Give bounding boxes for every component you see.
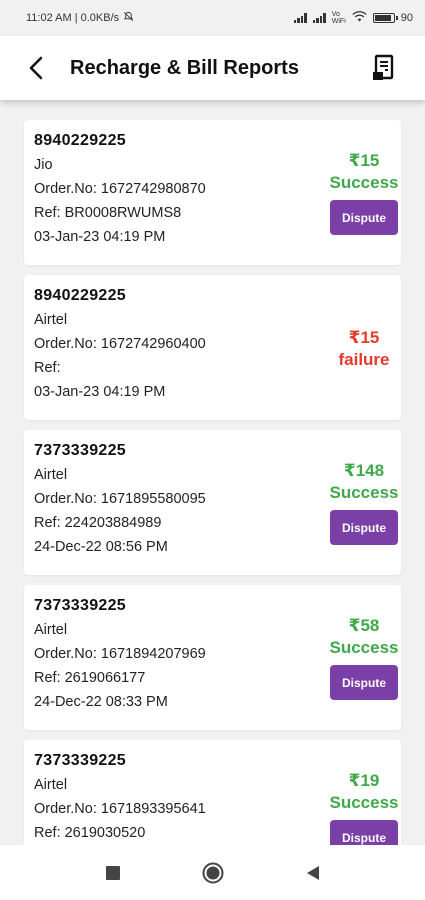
reference-number: Ref: 2619030520 (34, 825, 146, 841)
mobile-number: 7373339225 (34, 442, 126, 459)
mobile-number: 8940229225 (34, 287, 126, 304)
operator-name: Airtel (34, 777, 68, 793)
dispute-button[interactable]: Dispute (330, 510, 398, 545)
page-title: Recharge & Bill Reports (70, 56, 299, 79)
signal-icon (293, 13, 307, 23)
back-arrow-icon (29, 56, 43, 80)
amount: ₹15 (348, 151, 380, 170)
mobile-number: 8940229225 (34, 132, 126, 149)
card-details: 8940229225 Airtel Order.No: 167274296040… (34, 287, 206, 401)
status-right: Vo WiFi 90 (293, 11, 413, 25)
mobile-number: 7373339225 (34, 752, 126, 769)
volte-icon: Vo WiFi (332, 11, 346, 25)
circle-icon (202, 862, 223, 883)
transaction-date: 03-Jan-23 04:19 PM (34, 384, 166, 400)
amount: ₹15 (348, 328, 380, 347)
app-bar-left: Recharge & Bill Reports (22, 54, 299, 82)
status-label: Success (329, 638, 399, 657)
square-icon (105, 865, 120, 880)
triangle-back-icon (306, 865, 319, 880)
report-button[interactable] (369, 53, 399, 83)
card-details: 7373339225 Airtel Order.No: 167189339564… (34, 752, 206, 845)
receipt-icon (373, 54, 394, 80)
transaction-card[interactable]: 7373339225 Airtel Order.No: 167189558009… (24, 430, 401, 575)
card-details: 8940229225 Jio Order.No: 1672742980870 R… (34, 132, 206, 246)
order-number: Order.No: 1672742960400 (34, 336, 206, 352)
card-status: ₹148 Success Dispute (327, 460, 401, 545)
system-nav-bar (0, 845, 425, 900)
wifi-label: WiFi (331, 18, 346, 25)
order-number: Order.No: 1671893395641 (34, 801, 206, 817)
amount: ₹58 (348, 616, 380, 635)
status-label: failure (338, 350, 390, 369)
operator-name: Airtel (34, 312, 68, 328)
order-number: Order.No: 1671894207969 (34, 646, 206, 662)
operator-name: Airtel (34, 622, 68, 638)
dispute-button[interactable]: Dispute (330, 665, 398, 700)
card-status: ₹58 Success Dispute (327, 615, 401, 700)
volte-label: Vo (331, 11, 340, 18)
battery-level: 90 (400, 12, 413, 24)
status-left: 11:02 AM | 0.0KB/s (26, 11, 134, 25)
wifi-icon (352, 11, 367, 25)
bell-off-icon (123, 11, 134, 25)
card-details: 7373339225 Airtel Order.No: 167189420796… (34, 597, 206, 711)
status-time: 11:02 AM | 0.0KB/s (26, 12, 120, 24)
card-details: 7373339225 Airtel Order.No: 167189558009… (34, 442, 206, 556)
status-label: Success (329, 173, 399, 192)
transaction-card[interactable]: 8940229225 Jio Order.No: 1672742980870 R… (24, 120, 401, 265)
operator-name: Jio (34, 157, 53, 173)
amount: ₹148 (343, 461, 385, 480)
transaction-card[interactable]: 7373339225 Airtel Order.No: 167189339564… (24, 740, 401, 845)
card-status: ₹15 failure (327, 327, 401, 371)
status-bar: 11:02 AM | 0.0KB/s Vo WiFi 90 (0, 0, 425, 36)
card-status: ₹15 Success Dispute (327, 150, 401, 235)
transaction-card[interactable]: 8940229225 Airtel Order.No: 167274296040… (24, 275, 401, 420)
transaction-list[interactable]: 8940229225 Jio Order.No: 1672742980870 R… (0, 100, 425, 845)
transaction-date: 24-Dec-22 08:33 PM (34, 694, 168, 710)
recents-button[interactable] (98, 858, 128, 888)
reference-number: Ref: 2619066177 (34, 670, 146, 686)
mobile-number: 7373339225 (34, 597, 126, 614)
transaction-date: 24-Dec-22 08:56 PM (34, 539, 168, 555)
app-bar: Recharge & Bill Reports (0, 36, 425, 100)
status-label: Success (329, 483, 399, 502)
home-button[interactable] (198, 858, 228, 888)
reference-number: Ref: BR0008RWUMS8 (34, 205, 182, 221)
nav-back-button[interactable] (298, 858, 328, 888)
transaction-card[interactable]: 7373339225 Airtel Order.No: 167189420796… (24, 585, 401, 730)
dispute-button[interactable]: Dispute (330, 200, 398, 235)
order-number: Order.No: 1672742980870 (34, 181, 206, 197)
reference-number: Ref: (34, 360, 61, 376)
signal-2-icon (312, 13, 326, 23)
battery-icon (372, 13, 398, 23)
card-status: ₹19 Success Dispute (327, 770, 401, 845)
amount: ₹19 (348, 771, 380, 790)
dispute-button[interactable]: Dispute (330, 820, 398, 845)
operator-name: Airtel (34, 467, 68, 483)
order-number: Order.No: 1671895580095 (34, 491, 206, 507)
transaction-date: 03-Jan-23 04:19 PM (34, 229, 166, 245)
back-button[interactable] (22, 54, 50, 82)
reference-number: Ref: 224203884989 (34, 515, 162, 531)
status-label: Success (329, 793, 399, 812)
